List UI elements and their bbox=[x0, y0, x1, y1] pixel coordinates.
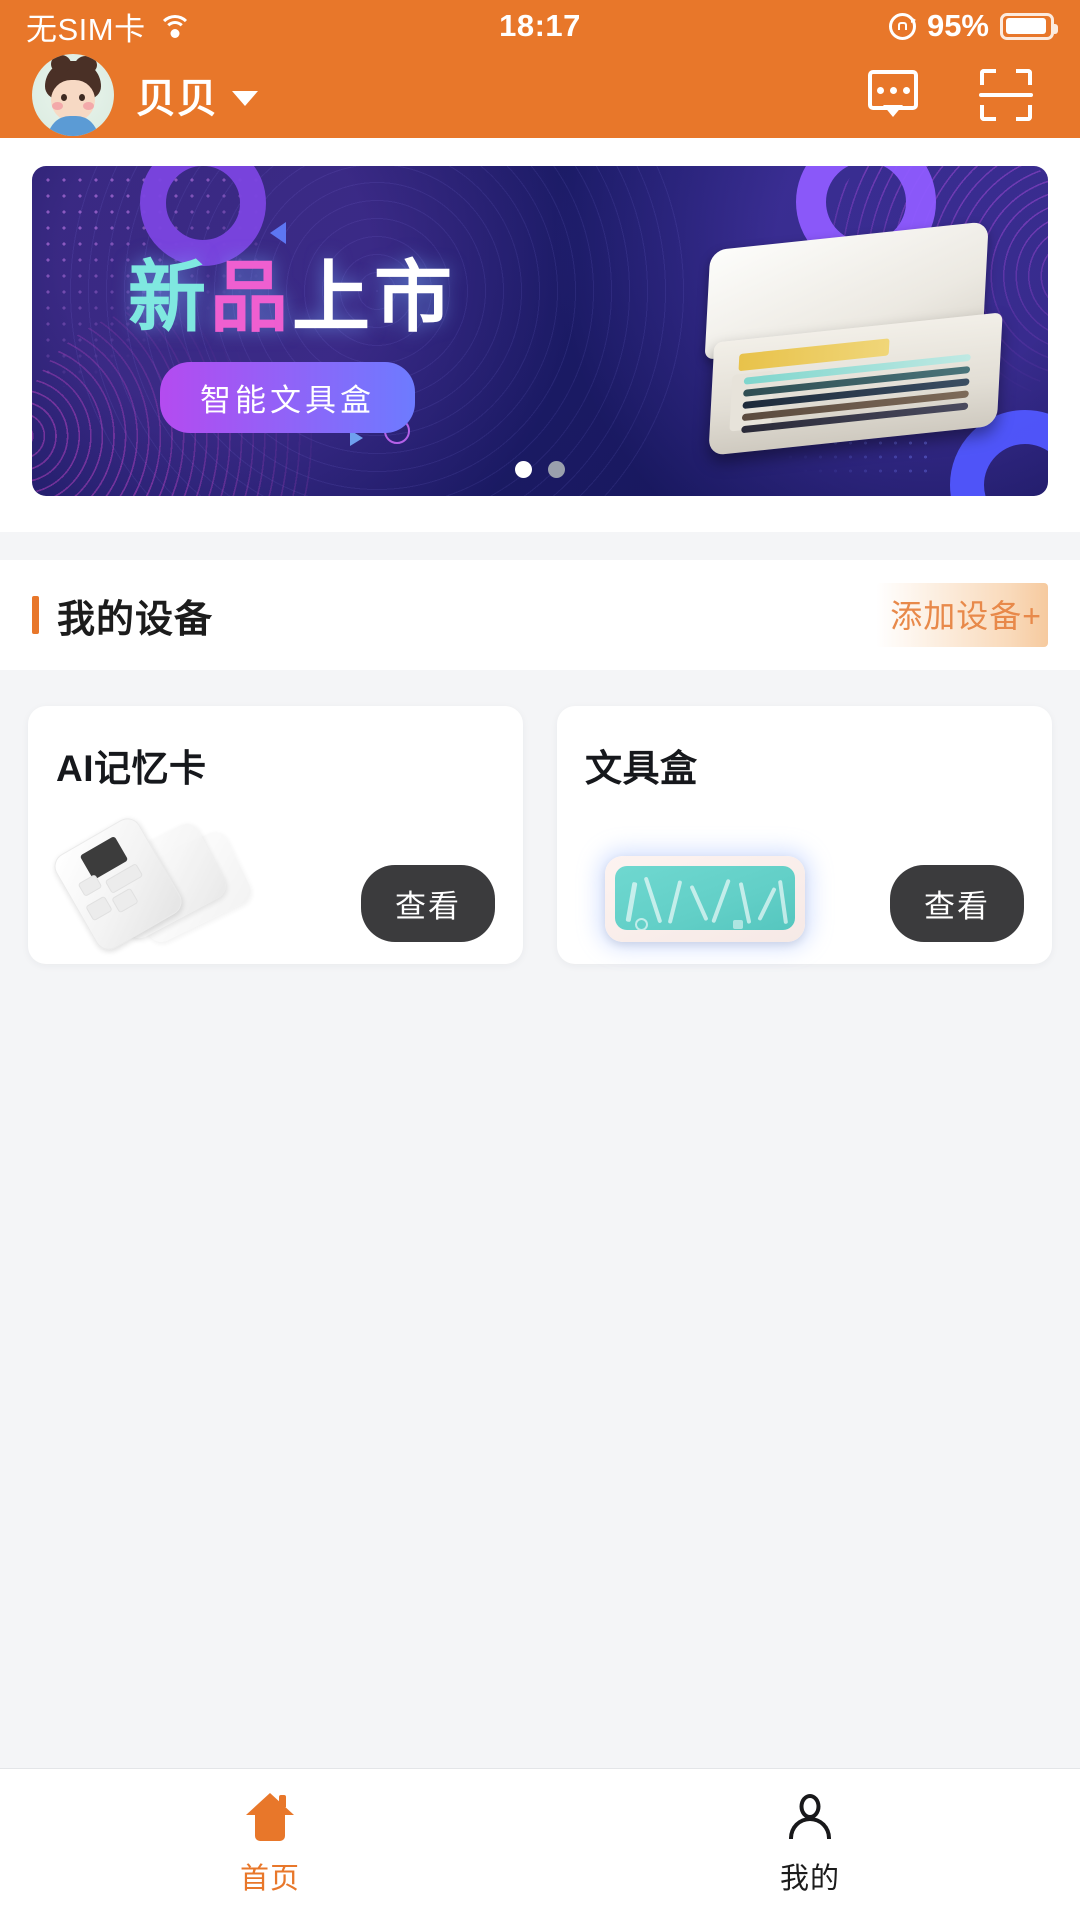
section-title: 我的设备 bbox=[57, 598, 214, 641]
scan-qr-icon[interactable] bbox=[979, 69, 1033, 121]
device-card[interactable]: AI记忆卡 查看 bbox=[28, 706, 523, 964]
banner-dot-1[interactable] bbox=[515, 461, 532, 478]
tab-profile-label: 我的 bbox=[779, 1862, 840, 1895]
status-bar-right: 95% bbox=[888, 8, 1058, 44]
device-card-list: AI记忆卡 查看 文具盒 查看 bbox=[0, 670, 1080, 964]
bottom-tab-bar: 首页 我的 bbox=[0, 1768, 1080, 1920]
status-bar-left: 无SIM卡 bbox=[26, 4, 192, 49]
banner-title-char-3: 上市 bbox=[292, 253, 457, 341]
section-accent-bar bbox=[32, 596, 39, 634]
banner-subtitle: 智能文具盒 bbox=[160, 362, 415, 433]
banner-title-char-1: 新 bbox=[128, 253, 211, 341]
avatar[interactable] bbox=[32, 54, 114, 136]
pencil-case-image bbox=[605, 856, 805, 942]
promo-banner[interactable]: 新品上市 智能文具盒 bbox=[32, 166, 1048, 496]
banner-triangle-1 bbox=[270, 222, 286, 244]
battery-icon bbox=[1000, 12, 1058, 40]
tab-home-label: 首页 bbox=[239, 1862, 300, 1895]
message-bubble-icon[interactable] bbox=[868, 70, 918, 120]
view-device-button[interactable]: 查看 bbox=[361, 865, 495, 942]
banner-title-char-2: 品 bbox=[210, 253, 293, 341]
banner-dot-2[interactable] bbox=[548, 461, 565, 478]
content-filler bbox=[0, 964, 1080, 1424]
battery-percent-label: 95% bbox=[926, 8, 989, 43]
banner-title: 新品上市 bbox=[128, 258, 456, 336]
section-divider bbox=[0, 532, 1080, 560]
view-device-button[interactable]: 查看 bbox=[890, 865, 1024, 942]
home-icon bbox=[246, 1792, 294, 1841]
device-card[interactable]: 文具盒 查看 bbox=[557, 706, 1052, 964]
header-actions bbox=[868, 69, 1048, 121]
devices-section-header: 我的设备 添加设备+ bbox=[0, 560, 1080, 670]
tab-home[interactable]: 首页 bbox=[0, 1769, 540, 1920]
banner-product-image bbox=[696, 221, 1012, 461]
wifi-icon bbox=[157, 13, 192, 39]
banner-pagination[interactable] bbox=[32, 461, 1048, 478]
add-device-button[interactable]: 添加设备+ bbox=[876, 583, 1048, 647]
rotation-lock-icon bbox=[888, 12, 916, 40]
device-card-body: 查看 bbox=[49, 813, 495, 955]
user-name-label[interactable]: 贝贝 bbox=[136, 66, 218, 124]
ai-memory-card-image bbox=[49, 813, 256, 955]
app-header: 贝贝 bbox=[0, 52, 1080, 138]
carrier-label: 无SIM卡 bbox=[26, 11, 146, 47]
banner-section: 新品上市 智能文具盒 bbox=[0, 138, 1080, 532]
status-bar: 无SIM卡 18:17 95% bbox=[0, 0, 1080, 52]
device-card-title: AI记忆卡 bbox=[56, 748, 207, 789]
user-icon bbox=[786, 1793, 834, 1841]
tab-profile[interactable]: 我的 bbox=[540, 1769, 1080, 1920]
chevron-down-icon[interactable] bbox=[232, 90, 258, 106]
device-card-title: 文具盒 bbox=[585, 748, 698, 789]
device-card-body: 查看 bbox=[585, 856, 1024, 942]
